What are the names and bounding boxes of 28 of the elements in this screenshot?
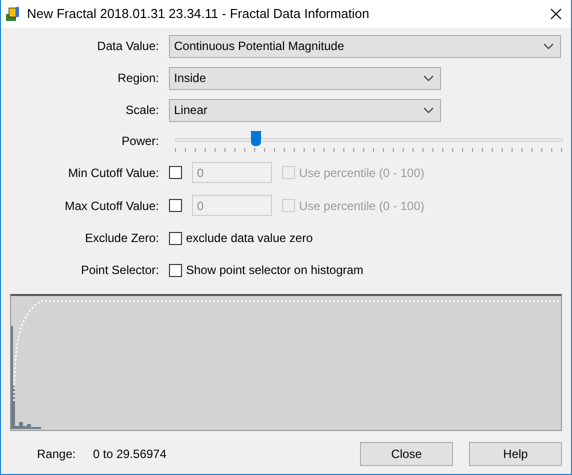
checkbox[interactable] [169, 264, 182, 276]
range-label: Range: [37, 446, 77, 463]
field-label: Data Value: [96, 38, 160, 55]
checkbox-label: Show point selector on histogram [186, 262, 364, 279]
dialog-button[interactable]: Close [360, 442, 453, 466]
field-label: Region: [116, 70, 160, 87]
app-icon [5, 6, 21, 22]
field-label: Power: [120, 133, 160, 150]
dialog-button[interactable]: Help [469, 442, 562, 466]
chevron-down-icon [423, 74, 434, 82]
range-value: 0 to 29.56974 [93, 446, 166, 463]
field-label: Max Cutoff Value: [64, 198, 160, 214]
checkbox-label: Use percentile (0 - 100) [299, 164, 424, 182]
checkbox-label: Use percentile (0 - 100) [299, 198, 424, 214]
field-label: Point Selector: [80, 262, 160, 279]
field-label: Exclude Zero: [84, 230, 160, 247]
slider[interactable] [175, 130, 563, 152]
dropdown[interactable]: Continuous Potential Magnitude [169, 34, 561, 58]
dropdown[interactable]: Linear [169, 98, 441, 122]
dropdown[interactable]: Inside [169, 66, 441, 90]
checkbox[interactable] [169, 232, 182, 244]
window-title: New Fractal 2018.01.31 23.34.11 - Fractal Data Information [27, 5, 370, 24]
field-label: Scale: [124, 102, 160, 119]
field-label: Min Cutoff Value: [67, 164, 160, 182]
chevron-down-icon [423, 106, 434, 114]
checkbox-label: exclude data value zero [186, 230, 313, 247]
chevron-down-icon [543, 42, 554, 50]
slider-thumb[interactable] [251, 131, 262, 146]
